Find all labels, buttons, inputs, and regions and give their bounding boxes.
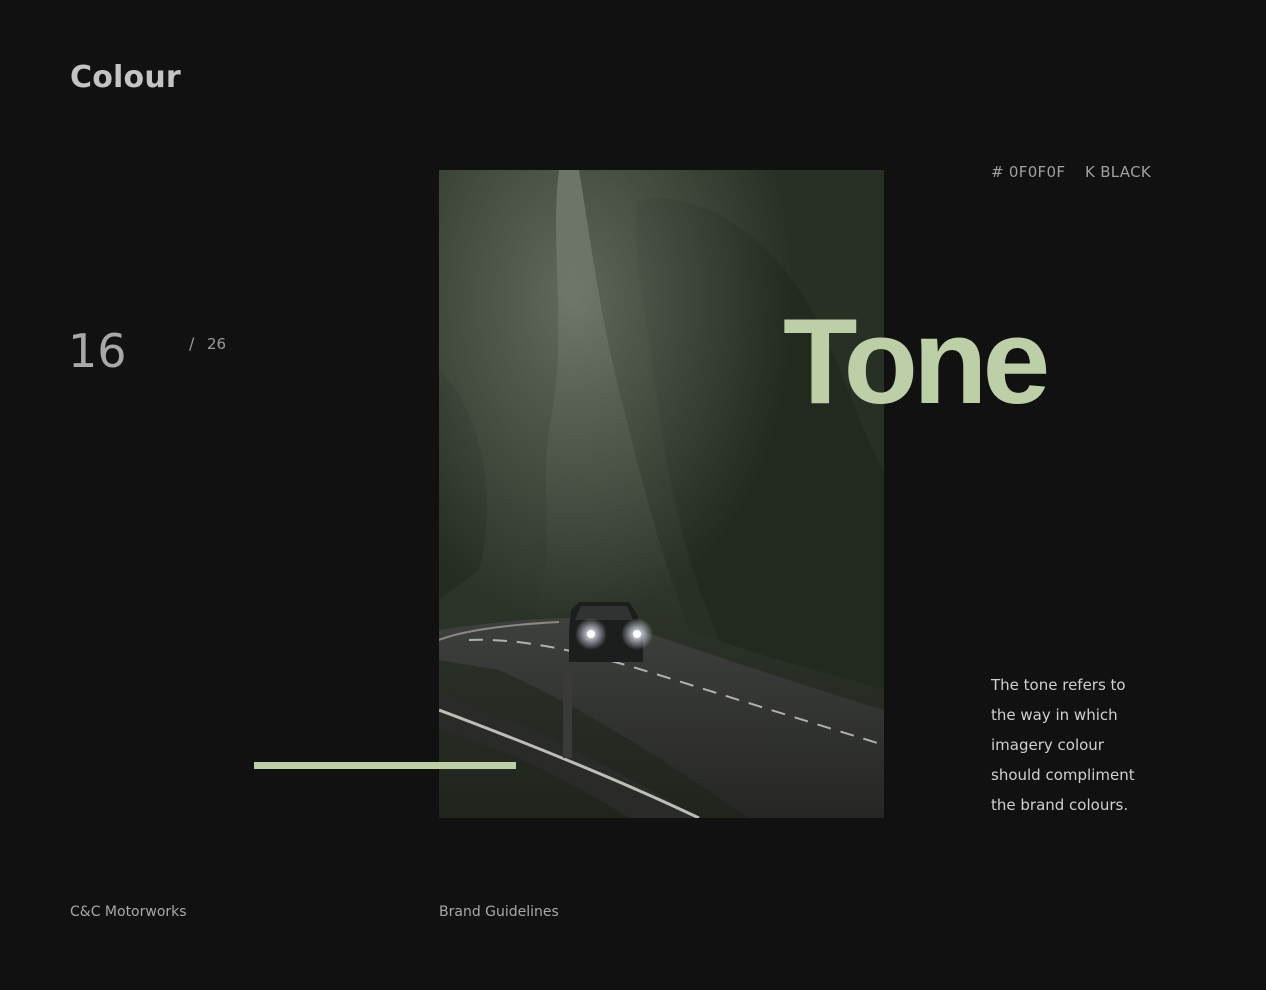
hero-heading: Tone: [783, 293, 1050, 429]
footer-company: C&C Motorworks: [70, 904, 187, 920]
page-number-current: 16: [68, 324, 127, 378]
forest-road-illustration: [439, 170, 884, 818]
description-line: the way in which: [991, 706, 1118, 724]
description-line: imagery colour: [991, 736, 1104, 754]
swatch-color-name: K BLACK: [1085, 163, 1152, 181]
page-number-total: 26: [207, 335, 227, 353]
footer-document-title: Brand Guidelines: [439, 904, 559, 920]
accent-bar: [254, 762, 516, 769]
description-line: the brand colours.: [991, 796, 1129, 814]
description-line: should compliment: [991, 766, 1135, 784]
page-number-separator: /: [189, 334, 195, 353]
forest-road-photo: [439, 170, 884, 818]
swatch-hex-code: # 0F0F0F: [991, 163, 1066, 181]
description-text: The tone refers to the way in which imag…: [991, 670, 1191, 820]
page-title: Colour: [70, 60, 181, 95]
description-line: The tone refers to: [991, 676, 1126, 694]
